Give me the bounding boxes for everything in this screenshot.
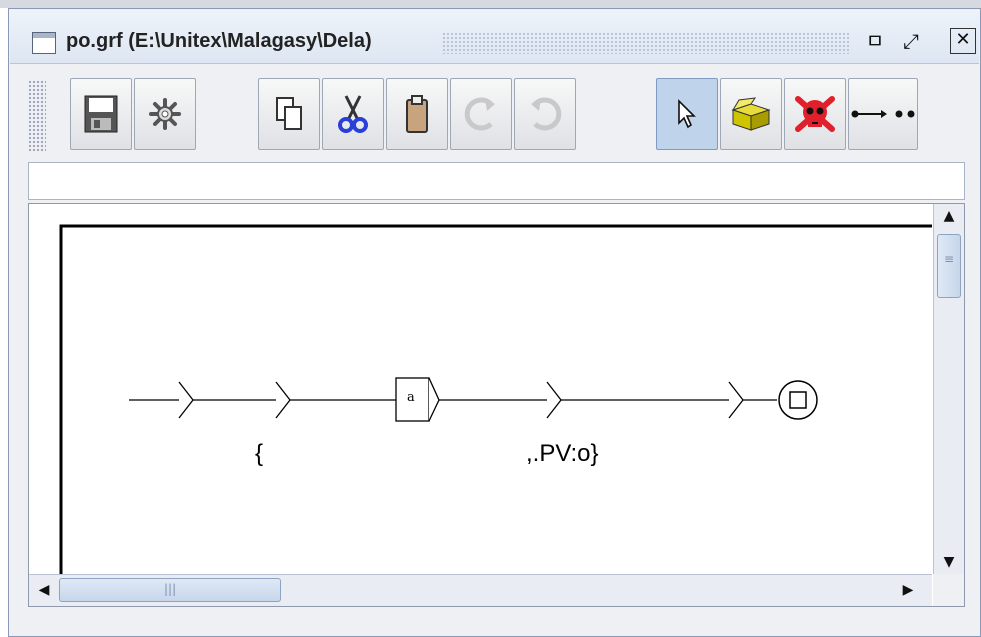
vertical-scroll-thumb[interactable]: ≡ (937, 234, 961, 298)
save-button[interactable] (70, 78, 132, 150)
vertical-scrollbar[interactable]: ▲ ≡ ▼ (933, 204, 964, 574)
graph-drawing (59, 224, 932, 574)
window-title: po.grf (E:\Unitex\Malagasy\Dela) (66, 30, 372, 52)
toolbar-grip[interactable] (28, 80, 46, 152)
copy-icon (276, 97, 302, 130)
minimize-icon[interactable]: ㅁ (862, 28, 888, 54)
thumb-grip-icon: ≡ (944, 252, 955, 266)
copy-button[interactable] (258, 78, 320, 150)
box-a-arrow (428, 377, 440, 422)
link-tool-button[interactable] (848, 78, 918, 150)
open-box-button[interactable] (720, 78, 782, 150)
box-text-field[interactable] (28, 162, 965, 200)
box-label: a (407, 390, 415, 405)
final-state-square (789, 391, 807, 409)
horizontal-scrollbar[interactable]: ◀ ||| ▶ (29, 574, 932, 606)
redo-icon (464, 97, 495, 131)
paste-icon (406, 95, 428, 133)
select-tool-button[interactable] (656, 78, 718, 150)
undo-button[interactable] (514, 78, 576, 150)
scissors-icon (338, 95, 368, 133)
link-icon (851, 110, 915, 118)
skull-icon (795, 96, 835, 132)
horizontal-scroll-thumb[interactable]: ||| (59, 578, 281, 602)
close-icon[interactable]: ✕ (950, 28, 976, 54)
cut-button[interactable] (322, 78, 384, 150)
output-label: { (255, 440, 264, 467)
initial-state-arrow[interactable] (178, 381, 194, 419)
compile-button[interactable] (134, 78, 196, 150)
redo-button[interactable] (450, 78, 512, 150)
node-arrow[interactable] (275, 381, 291, 419)
scroll-down-icon[interactable]: ▼ (934, 554, 964, 570)
paste-button[interactable] (386, 78, 448, 150)
maximize-icon[interactable]: ⤢ (898, 28, 924, 54)
title-bar[interactable]: po.grf (E:\Unitex\Malagasy\Dela) ㅁ ⤢ ✕ (10, 10, 979, 64)
output-label: ,.PV:o} (526, 440, 599, 467)
window-icon (32, 32, 56, 54)
toolbar (28, 74, 958, 158)
undo-icon (531, 97, 562, 131)
graph-canvas[interactable]: a { ,.PV:o} (29, 204, 932, 574)
graph-scroll-pane: a { ,.PV:o} ▲ ≡ ▼ ◀ ||| ▶ (28, 203, 965, 607)
title-bar-texture (442, 32, 850, 54)
kill-button[interactable] (784, 78, 846, 150)
save-icon (84, 95, 118, 133)
desktop-strip (0, 0, 981, 8)
scroll-corner (933, 574, 964, 606)
scroll-up-icon[interactable]: ▲ (934, 208, 964, 224)
thumb-grip-icon: ||| (164, 582, 177, 596)
gear-icon (149, 98, 181, 130)
scroll-left-icon[interactable]: ◀ (35, 582, 53, 598)
box-icon (731, 97, 771, 131)
pointer-icon (678, 99, 696, 129)
node-arrow[interactable] (546, 381, 562, 419)
node-arrow[interactable] (728, 381, 744, 419)
scroll-right-icon[interactable]: ▶ (899, 582, 917, 598)
